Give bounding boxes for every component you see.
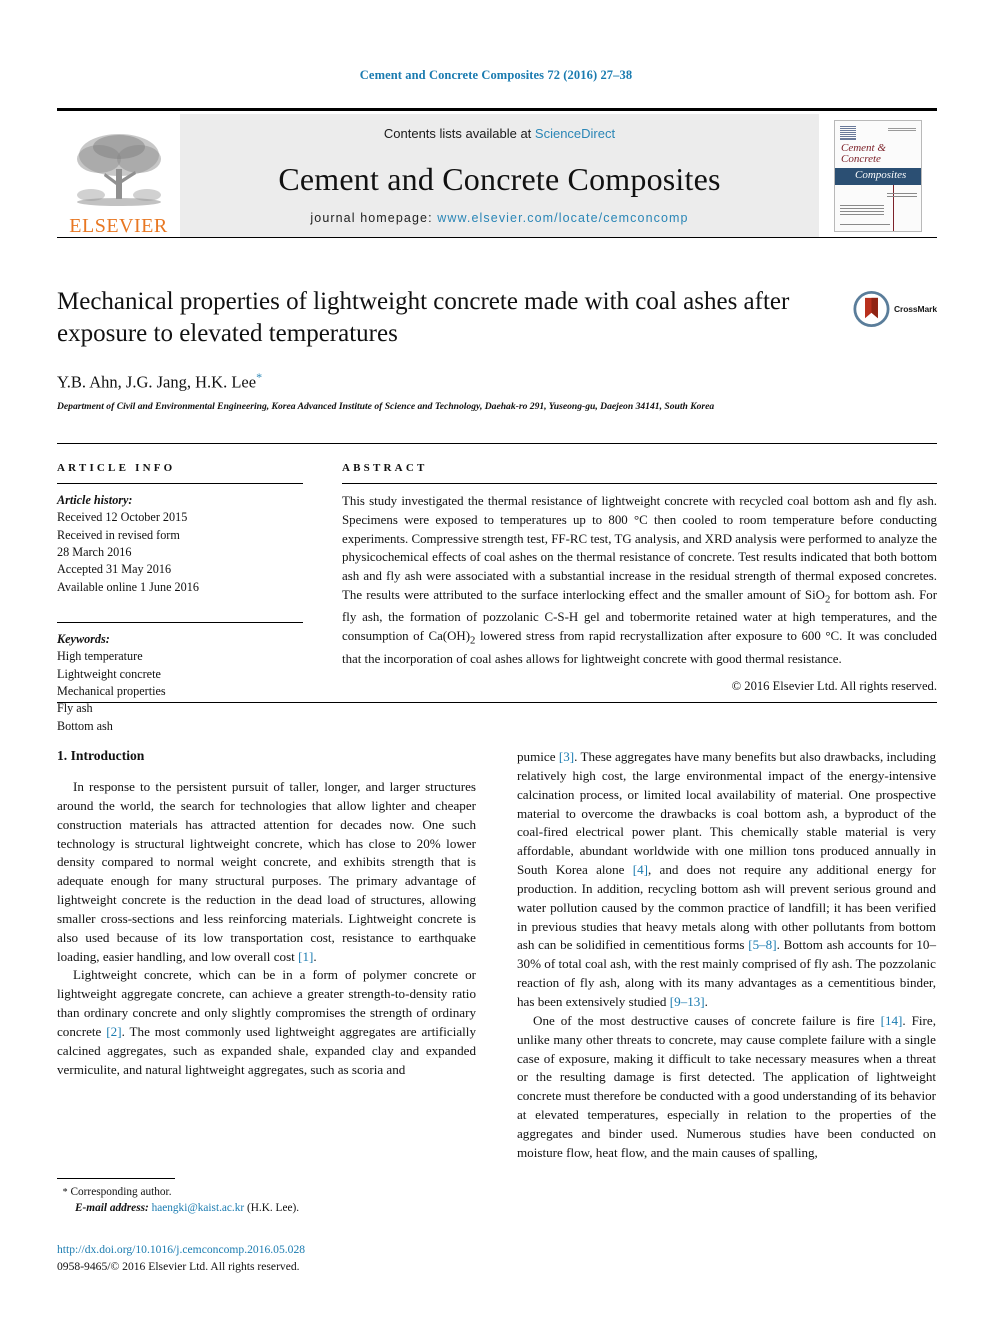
cover-publisher-logo-icon <box>840 125 856 140</box>
author-list: Y.B. Ahn, J.G. Jang, H.K. Lee* <box>57 370 937 393</box>
paragraph: Lightweight concrete, which can be in a … <box>57 966 476 1079</box>
keywords-label: Keywords: <box>57 631 110 646</box>
crossmark-label: CrossMark <box>893 304 937 314</box>
citation-link[interactable]: [3] <box>559 749 574 764</box>
email-label: E-mail address: <box>75 1202 149 1215</box>
title-bottom-rule <box>57 443 937 444</box>
cover-line3: Composites <box>855 168 907 181</box>
elsevier-tree-icon <box>76 134 161 206</box>
keyword-item: High temperature <box>57 649 143 664</box>
column-gap <box>303 462 342 735</box>
journal-title: Cement and Concrete Composites <box>278 161 721 197</box>
sciencedirect-link[interactable]: ScienceDirect <box>535 126 615 141</box>
citation-link[interactable]: [5–8] <box>748 937 776 952</box>
abstract-copyright: © 2016 Elsevier Ltd. All rights reserved… <box>731 679 937 694</box>
history-item: Accepted 31 May 2016 <box>57 562 172 577</box>
paragraph-text: One of the most destructive causes of co… <box>533 1012 881 1028</box>
history-item: Received 12 October 2015 <box>57 510 188 525</box>
article-info-column: ARTICLE INFO Article history: Received 1… <box>57 462 303 735</box>
history-item: 28 March 2016 <box>57 544 132 559</box>
citation-link[interactable]: [14] <box>881 1013 903 1028</box>
article-info-heading: ARTICLE INFO <box>57 462 176 474</box>
cover-topright-lines <box>888 127 916 132</box>
abstract-rule <box>342 483 937 484</box>
paragraph-text: pumice <box>517 749 559 764</box>
paragraph-text: . <box>704 993 708 1009</box>
paragraph: pumice [3]. These aggregates have many b… <box>517 748 936 1012</box>
corresponding-author-label: Corresponding author. <box>70 1186 172 1198</box>
doi-block: http://dx.doi.org/10.1016/j.cemconcomp.2… <box>57 1242 557 1276</box>
paragraph: In response to the persistent pursuit of… <box>57 778 476 966</box>
keyword-item: Mechanical properties <box>57 683 166 698</box>
abstract-part: This study investigated the thermal resi… <box>342 494 937 603</box>
info-and-abstract: ARTICLE INFO Article history: Received 1… <box>57 462 937 735</box>
body-column-left: 1. Introduction In response to the persi… <box>57 748 476 1163</box>
paragraph-text: . <box>313 948 317 964</box>
article-history-label: Article history: <box>57 493 133 507</box>
contents-available-line: Contents lists available at ScienceDirec… <box>384 126 615 141</box>
corresponding-author-marker: * <box>256 370 263 384</box>
affiliation: Department of Civil and Environmental En… <box>57 400 715 412</box>
keyword-item: Lightweight concrete <box>57 666 161 681</box>
contents-prefix: Contents lists available at <box>383 126 535 141</box>
footnote-star: * <box>62 1187 68 1198</box>
email-note: E-mail address: haengki@kaist.ac.kr (H.K… <box>57 1200 476 1216</box>
cover-bottom-text-lines <box>840 204 884 215</box>
paragraph-text: . These aggregates have many benefits bu… <box>517 749 936 878</box>
history-item: Available online 1 June 2016 <box>57 579 199 594</box>
journal-cover-thumbnail: Cement & Concrete Composites <box>834 119 922 232</box>
keywords-block: Keywords: High temperature Lightweight c… <box>57 621 303 735</box>
cover-line1: Cement & <box>841 141 886 154</box>
cover-right-text-lines <box>887 192 917 199</box>
paragraph-text: In response to the persistent pursuit of… <box>57 779 476 964</box>
homepage-prefix: journal homepage: <box>310 211 438 225</box>
citation-link[interactable]: [4] <box>633 862 648 877</box>
cover-line2: Concrete <box>841 153 881 166</box>
issn-copyright-line: 0958-9465/© 2016 Elsevier Ltd. All right… <box>57 1259 300 1273</box>
abstract-heading: ABSTRACT <box>342 462 428 474</box>
journal-cover-thumbnail-wrap: Cement & Concrete Composites <box>819 114 937 237</box>
masthead-bottom-rule <box>57 237 937 238</box>
crossmark-badge[interactable]: CrossMark <box>853 286 937 332</box>
running-head: Cement and Concrete Composites 72 (2016)… <box>359 68 633 82</box>
journal-homepage-line: journal homepage: www.elsevier.com/locat… <box>310 211 688 225</box>
footnote-rule <box>57 1178 175 1179</box>
citation-link[interactable]: [9–13] <box>670 994 705 1009</box>
footnote-block: * Corresponding author. E-mail address: … <box>57 1178 476 1216</box>
title-block: Mechanical properties of lightweight con… <box>57 286 937 414</box>
section-heading-introduction: 1. Introduction <box>57 748 145 763</box>
journal-masthead: ELSEVIER Contents lists available at Sci… <box>57 108 937 238</box>
body-column-right: pumice [3]. These aggregates have many b… <box>517 748 936 1163</box>
body-columns: 1. Introduction In response to the persi… <box>57 748 937 1163</box>
abstract-text: This study investigated the thermal resi… <box>342 492 937 668</box>
paragraph: One of the most destructive causes of co… <box>517 1012 936 1163</box>
doi-link[interactable]: http://dx.doi.org/10.1016/j.cemconcomp.2… <box>57 1242 557 1259</box>
authors-names: Y.B. Ahn, J.G. Jang, H.K. Lee <box>57 372 257 392</box>
homepage-link[interactable]: www.elsevier.com/locate/cemconcomp <box>437 211 688 225</box>
paragraph-text: . Fire, unlike many other threats to con… <box>517 1012 936 1160</box>
cover-band: Composites <box>835 167 921 185</box>
citation-link[interactable]: [1] <box>298 949 313 964</box>
cover-title-lines: Cement & Concrete <box>841 141 886 166</box>
article-history: Article history: Received 12 October 201… <box>57 492 303 596</box>
cover-bottom-text-lines-2 <box>840 223 890 227</box>
email-suffix: (H.K. Lee). <box>247 1202 300 1215</box>
keywords-rule <box>57 621 303 623</box>
elsevier-wordmark: ELSEVIER <box>69 215 168 237</box>
crossmark-icon <box>853 290 890 328</box>
paper-page: Cement and Concrete Composites 72 (2016)… <box>0 0 992 1323</box>
page-title: Mechanical properties of lightweight con… <box>57 288 790 347</box>
article-info-rule <box>57 483 303 484</box>
history-item: Received in revised form <box>57 527 180 542</box>
citation-link[interactable]: [2] <box>106 1024 121 1039</box>
abstract-bottom-rule <box>57 702 937 703</box>
corresponding-author-note: * Corresponding author. <box>57 1184 476 1200</box>
elsevier-logo: ELSEVIER <box>57 114 180 237</box>
email-link[interactable]: haengki@kaist.ac.kr <box>152 1202 245 1214</box>
keyword-item: Bottom ash <box>57 718 113 733</box>
masthead-center: Contents lists available at ScienceDirec… <box>180 114 819 237</box>
abstract-column: ABSTRACT This study investigated the the… <box>342 462 937 735</box>
